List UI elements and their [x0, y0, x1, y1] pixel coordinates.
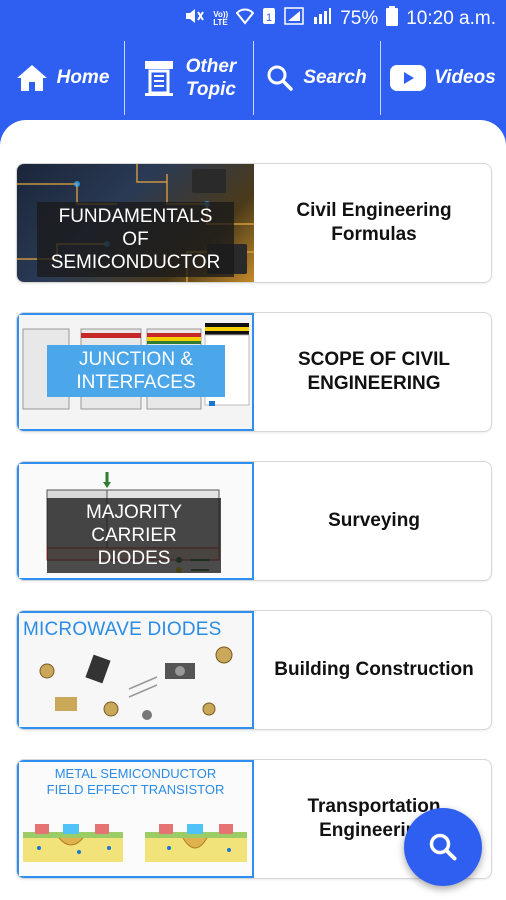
svg-text:1: 1 — [266, 12, 272, 24]
list-item[interactable]: JUNCTION & INTERFACES SCOPE OF CIVIL ENG… — [16, 312, 492, 432]
youtube-icon — [390, 65, 427, 91]
topic-list: FUNDAMENTALS OF SEMICONDUCTOR Civil Engi… — [0, 120, 506, 900]
clock: 10:20 a.m. — [406, 8, 496, 29]
nav-videos-label: Videos — [434, 67, 496, 88]
cell-signal-icon — [312, 7, 332, 31]
mesfet-diagram — [23, 824, 247, 862]
thumbnail-image: MAJORITY CARRIER DIODES — [17, 462, 254, 580]
nav-videos[interactable]: Videos — [381, 42, 505, 114]
battery-icon — [386, 6, 399, 32]
thumbnail-caption: FUNDAMENTALS OF SEMICONDUCTOR — [37, 202, 234, 277]
card-title: SCOPE OF CIVIL ENGINEERING — [297, 349, 451, 394]
thumbnail-caption-line: CARRIER DIODES — [91, 525, 177, 569]
list-item[interactable]: MAJORITY CARRIER DIODES Surveying — [16, 461, 492, 581]
thumbnail-image: JUNCTION & INTERFACES — [17, 313, 254, 431]
nav-search-label: Search — [303, 67, 367, 88]
mute-icon — [183, 7, 205, 31]
volte-icon: Vo)) LTE — [213, 10, 229, 27]
other-topic-icon — [142, 59, 176, 97]
search-fab[interactable] — [404, 808, 482, 886]
search-icon — [428, 832, 458, 862]
nav-other-topic-label-2: Topic — [186, 79, 236, 100]
search-icon — [267, 65, 294, 91]
thumbnail-caption-line: JUNCTION & — [79, 349, 193, 370]
thumbnail-caption-line: FUNDAMENTALS OF — [58, 206, 213, 250]
thumbnail-image: FUNDAMENTALS OF SEMICONDUCTOR — [17, 164, 254, 282]
home-icon — [15, 63, 49, 93]
thumbnail-image: METAL SEMICONDUCTOR FIELD EFFECT TRANSIS… — [17, 760, 254, 878]
thumbnail-caption: JUNCTION & INTERFACES — [47, 345, 225, 397]
signal-icon — [284, 7, 304, 31]
nav-other-topic[interactable]: Other Topic — [125, 42, 253, 114]
thumbnail-caption: MAJORITY CARRIER DIODES — [47, 498, 221, 573]
notification-icon: 1 — [262, 7, 276, 31]
thumbnail-caption-line: MAJORITY — [85, 502, 183, 523]
list-item[interactable]: MICROWAVE DIODES Building Construction — [16, 610, 492, 730]
thumbnail-image: MICROWAVE DIODES — [17, 611, 254, 729]
nav-other-topic-text: Other Topic — [186, 55, 237, 101]
thumbnail-caption-line: INTERFACES — [76, 372, 196, 393]
status-bar: Vo)) LTE 1 75% 10:20 a.m. — [0, 0, 506, 36]
nav-other-topic-label-1: Other — [185, 56, 237, 77]
nav-home-label: Home — [56, 67, 110, 88]
card-title: Building Construction — [274, 659, 474, 680]
status-icons: Vo)) LTE 1 75% 10:20 a.m. — [183, 6, 496, 32]
nav-home[interactable]: Home — [0, 42, 124, 114]
diodes-photo — [39, 646, 233, 720]
list-item[interactable]: FUNDAMENTALS OF SEMICONDUCTOR Civil Engi… — [16, 163, 492, 283]
battery-percent: 75% — [340, 8, 379, 29]
card-title: Civil Engineering Formulas — [296, 200, 452, 245]
thumbnail-caption-line: SEMICONDUCTOR — [50, 252, 221, 273]
wifi-icon — [235, 7, 255, 31]
card-title: Surveying — [328, 510, 420, 531]
nav-search[interactable]: Search — [254, 42, 380, 114]
top-nav: Home Other Topic Search Videos — [0, 36, 506, 120]
